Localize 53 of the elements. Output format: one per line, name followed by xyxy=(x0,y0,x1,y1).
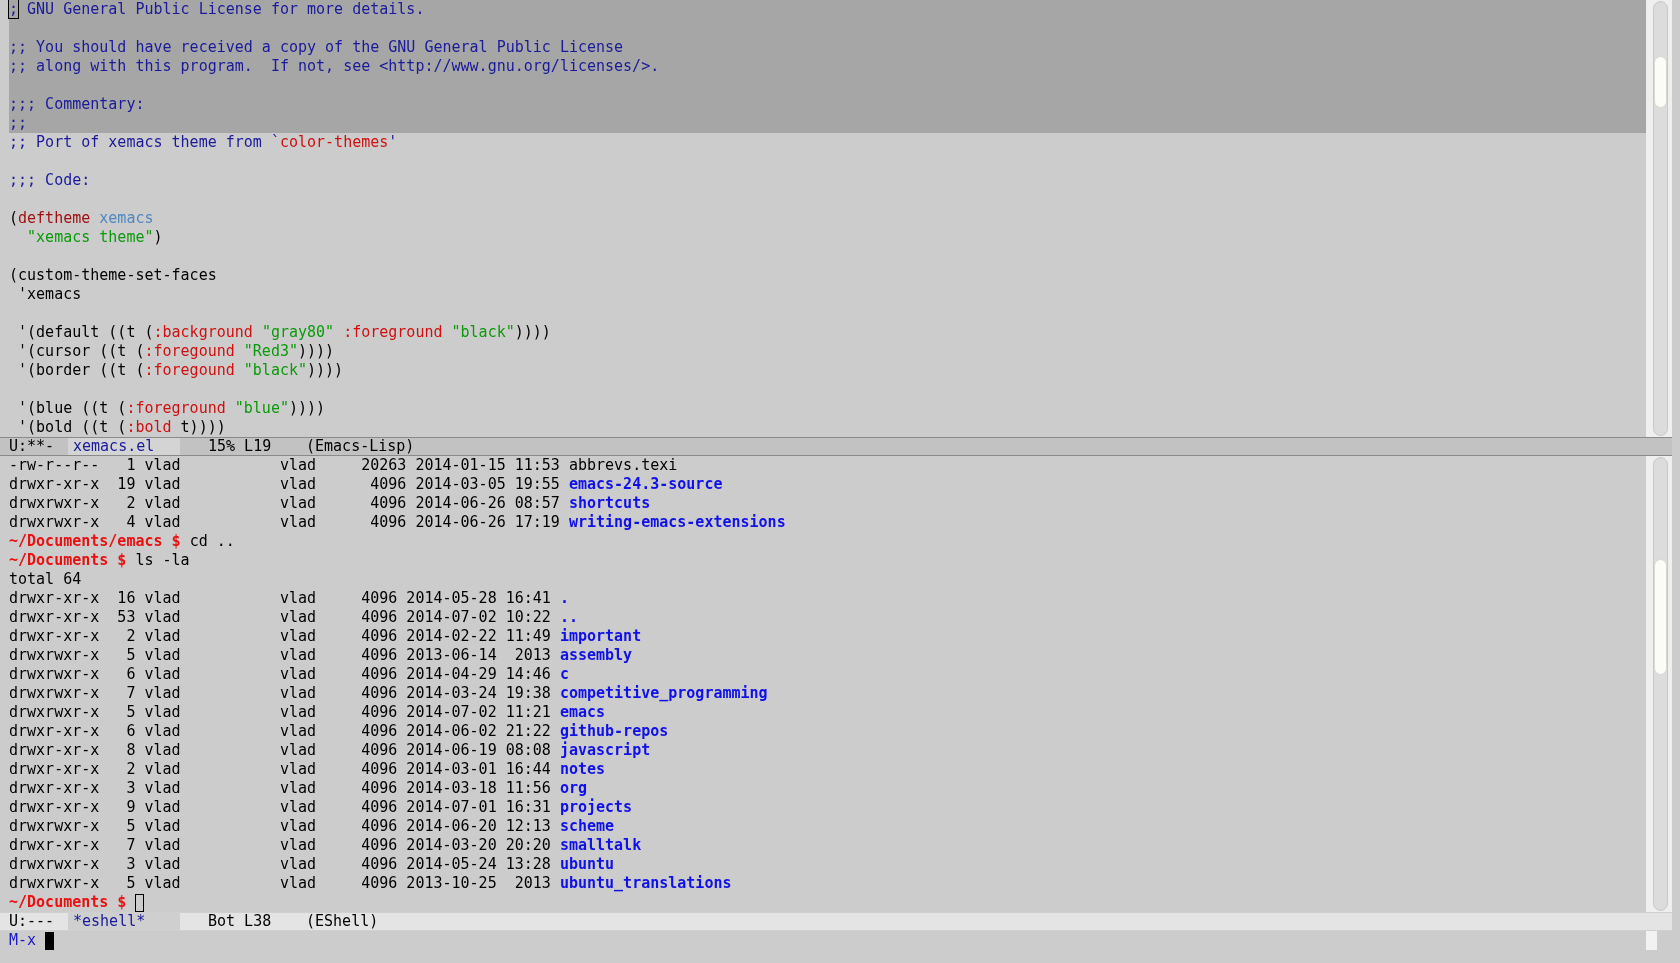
terminal-line: drwxr-xr-x 9 vlad vlad 4096 2014-07-01 16:31 projects xyxy=(9,798,633,817)
terminal-line: drwxr-xr-x 2 vlad vlad 4096 2014-02-22 11:49 important xyxy=(9,627,642,646)
terminal-line: drwxrwxr-x 4 vlad vlad 4096 2014-06-26 17:19 writing-emacs-extensions xyxy=(9,513,786,532)
terminal-line: ~/Documents/emacs $ cd .. xyxy=(9,532,235,551)
buffer-status: U:--- xyxy=(8,912,56,931)
terminal-line: drwxrwxr-x 5 vlad vlad 4096 2013-06-14 2013 assembly xyxy=(9,646,633,665)
terminal-line: drwxrwxr-x 5 vlad vlad 4096 2014-06-20 12:13 scheme xyxy=(9,817,615,836)
buffer-name[interactable]: *eshell* xyxy=(68,913,180,930)
scrollbar-thumb[interactable] xyxy=(1654,56,1667,108)
terminal-line: drwxrwxr-x 5 vlad vlad 4096 2013-10-25 2013 ubuntu_translations xyxy=(9,874,732,893)
code-line: ;; xyxy=(9,114,28,133)
code-line: ;; along with this program. If not, see <http://www.gnu.org/licenses/>. xyxy=(9,57,660,76)
code-line: '(border ((t (:foregound "black")))) xyxy=(17,361,344,380)
terminal-line: drwxr-xr-x 6 vlad vlad 4096 2014-06-02 21:22 github-repos xyxy=(9,722,669,741)
code-line: '(bold ((t (:bold t)))) xyxy=(17,418,226,437)
code-line: ;; You should have received a copy of the GNU General Public License xyxy=(9,38,624,57)
terminal-line: drwxrwxr-x 6 vlad vlad 4096 2014-04-29 14:46 c xyxy=(9,665,569,684)
terminal-line: drwxr-xr-x 7 vlad vlad 4096 2014-03-20 20:20 smalltalk xyxy=(9,836,642,855)
code-line: '(default ((t (:background "gray80" :foreground "black")))) xyxy=(17,323,551,342)
terminal-line: drwxr-xr-x 16 vlad vlad 4096 2014-05-28 16:41 . xyxy=(9,589,569,608)
terminal-line: drwxr-xr-x 8 vlad vlad 4096 2014-06-19 08:08 javascript xyxy=(9,741,651,760)
major-mode: (Emacs-Lisp) xyxy=(306,437,415,456)
code-line: '(cursor ((t (:foregound "Red3")))) xyxy=(17,342,335,361)
terminal-line: drwxrwxr-x 7 vlad vlad 4096 2014-03-24 19:38 competitive_programming xyxy=(9,684,768,703)
terminal-line: drwxr-xr-x 53 vlad vlad 4096 2014-07-02 10:22 .. xyxy=(9,608,578,627)
code-line: (custom-theme-set-faces xyxy=(9,266,217,285)
terminal-line: ~/Documents $ ls -la xyxy=(9,551,190,570)
scrollbar[interactable] xyxy=(1646,0,1672,437)
code-line: ; GNU General Public License for more details. xyxy=(9,0,425,19)
code-line: ;; Port of xemacs theme from `color-themes' xyxy=(9,133,398,152)
terminal-line: drwxrwxr-x 2 vlad vlad 4096 2014-06-26 08:57 shortcuts xyxy=(9,494,651,513)
terminal-line: drwxrwxr-x 5 vlad vlad 4096 2014-07-02 11:21 emacs xyxy=(9,703,606,722)
scrollbar-thumb[interactable] xyxy=(1654,559,1667,675)
code-line: ;;; Commentary: xyxy=(9,95,145,114)
terminal-line: drwxrwxr-x 3 vlad vlad 4096 2014-05-24 13:28 ubuntu xyxy=(9,855,615,874)
terminal-line: -rw-r--r-- 1 vlad vlad 20263 2014-01-15 11:53 abbrevs.texi xyxy=(9,456,678,475)
scrollbar[interactable] xyxy=(1646,456,1672,912)
terminal-line: ~/Documents $ xyxy=(9,893,128,912)
code-line: 'xemacs xyxy=(17,285,82,304)
code-line: (deftheme xemacs xyxy=(9,209,154,228)
terminal-line: total 64 xyxy=(9,570,82,589)
buffer-status: U:**- xyxy=(8,437,56,456)
minibuffer-prompt: M-x xyxy=(9,931,37,950)
code-line: ;;; Code: xyxy=(9,171,91,190)
terminal-line: drwxr-xr-x 3 vlad vlad 4096 2014-03-18 11:56 org xyxy=(9,779,587,798)
code-line: "xemacs theme") xyxy=(26,228,163,247)
buffer-position: Bot L38 xyxy=(207,912,273,931)
code-line: '(blue ((t (:foreground "blue")))) xyxy=(17,399,326,418)
terminal-line: drwxr-xr-x 2 vlad vlad 4096 2014-03-01 16:44 notes xyxy=(9,760,606,779)
buffer-position: 15% L19 xyxy=(207,437,273,456)
major-mode: (EShell) xyxy=(306,912,379,931)
buffer-name[interactable]: xemacs.el xyxy=(68,438,180,455)
terminal-line: drwxr-xr-x 19 vlad vlad 4096 2014-03-05 19:55 emacs-24.3-source xyxy=(9,475,723,494)
